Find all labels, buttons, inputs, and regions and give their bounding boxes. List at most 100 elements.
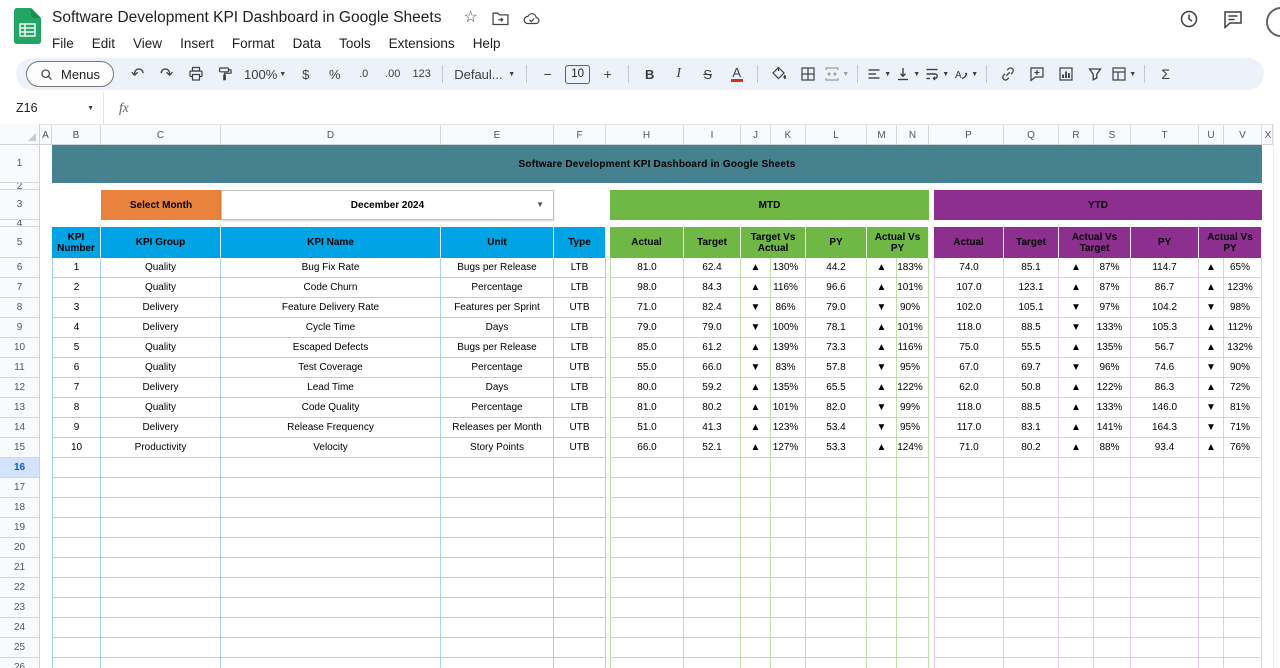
- row-header-19[interactable]: 19: [0, 518, 39, 538]
- cell-P17[interactable]: [934, 478, 1004, 498]
- cell-I7[interactable]: 84.3: [684, 278, 741, 298]
- menu-data[interactable]: Data: [284, 35, 331, 52]
- ytd-header-1[interactable]: Target: [1004, 227, 1059, 258]
- column-header-M[interactable]: M: [867, 125, 897, 145]
- cell-Q16[interactable]: [1004, 458, 1059, 478]
- strikethrough-button[interactable]: S: [694, 61, 721, 87]
- cell-V18[interactable]: [1224, 498, 1262, 518]
- cell-U25[interactable]: [1199, 638, 1224, 658]
- cell-T7[interactable]: 86.7: [1131, 278, 1199, 298]
- cell-U6[interactable]: ▲: [1199, 258, 1224, 278]
- cell-M18[interactable]: [867, 498, 897, 518]
- menu-help[interactable]: Help: [464, 35, 510, 52]
- cell-N25[interactable]: [897, 638, 929, 658]
- cell-D12[interactable]: Lead Time: [221, 378, 441, 398]
- cell-H16[interactable]: [610, 458, 684, 478]
- cell-V22[interactable]: [1224, 578, 1262, 598]
- column-header-S[interactable]: S: [1094, 125, 1131, 145]
- cell-B9[interactable]: 4: [52, 318, 101, 338]
- cell-N14[interactable]: 95%: [897, 418, 929, 438]
- cell-L14[interactable]: 53.4: [806, 418, 867, 438]
- row-header-11[interactable]: 11: [0, 358, 39, 378]
- cell-M11[interactable]: ▼: [867, 358, 897, 378]
- cell-L11[interactable]: 57.8: [806, 358, 867, 378]
- cell-F21[interactable]: [554, 558, 606, 578]
- table-views-button[interactable]: ▼: [1110, 61, 1137, 87]
- cell-K22[interactable]: [771, 578, 806, 598]
- cell-H13[interactable]: 81.0: [610, 398, 684, 418]
- cell-F23[interactable]: [554, 598, 606, 618]
- cell-E11[interactable]: Percentage: [441, 358, 554, 378]
- menu-view[interactable]: View: [124, 35, 171, 52]
- cell-J13[interactable]: ▲: [741, 398, 771, 418]
- row-header-15[interactable]: 15: [0, 438, 39, 458]
- cell-F7[interactable]: LTB: [554, 278, 606, 298]
- cell-U15[interactable]: ▲: [1199, 438, 1224, 458]
- cell-Q6[interactable]: 85.1: [1004, 258, 1059, 278]
- row-header-3[interactable]: 3: [0, 190, 39, 220]
- cell-T23[interactable]: [1131, 598, 1199, 618]
- cell-M26[interactable]: [867, 658, 897, 668]
- cell-I13[interactable]: 80.2: [684, 398, 741, 418]
- row-header-14[interactable]: 14: [0, 418, 39, 438]
- column-header-T[interactable]: T: [1131, 125, 1199, 145]
- menu-file[interactable]: File: [43, 35, 83, 52]
- cell-H25[interactable]: [610, 638, 684, 658]
- cell-N11[interactable]: 95%: [897, 358, 929, 378]
- cell-K9[interactable]: 100%: [771, 318, 806, 338]
- cell-N22[interactable]: [897, 578, 929, 598]
- cell-B6[interactable]: 1: [52, 258, 101, 278]
- cell-U16[interactable]: [1199, 458, 1224, 478]
- cell-H9[interactable]: 79.0: [610, 318, 684, 338]
- cell-T18[interactable]: [1131, 498, 1199, 518]
- cell-U17[interactable]: [1199, 478, 1224, 498]
- row-header-10[interactable]: 10: [0, 338, 39, 358]
- cell-T9[interactable]: 105.3: [1131, 318, 1199, 338]
- horizontal-align-button[interactable]: ▼: [865, 61, 892, 87]
- cell-U19[interactable]: [1199, 518, 1224, 538]
- cell-H11[interactable]: 55.0: [610, 358, 684, 378]
- cell-D20[interactable]: [221, 538, 441, 558]
- cell-N13[interactable]: 99%: [897, 398, 929, 418]
- cell-J10[interactable]: ▲: [741, 338, 771, 358]
- cell-N18[interactable]: [897, 498, 929, 518]
- mtd-header-3[interactable]: PY: [806, 227, 867, 258]
- cell-H18[interactable]: [610, 498, 684, 518]
- cell-D23[interactable]: [221, 598, 441, 618]
- cell-P21[interactable]: [934, 558, 1004, 578]
- cell-R19[interactable]: [1059, 518, 1094, 538]
- cell-E26[interactable]: [441, 658, 554, 668]
- cell-R6[interactable]: ▲: [1059, 258, 1094, 278]
- cell-T14[interactable]: 164.3: [1131, 418, 1199, 438]
- cell-B23[interactable]: [52, 598, 101, 618]
- cell-F25[interactable]: [554, 638, 606, 658]
- column-header-X[interactable]: X: [1264, 125, 1273, 145]
- cell-J25[interactable]: [741, 638, 771, 658]
- cell-R14[interactable]: ▲: [1059, 418, 1094, 438]
- account-avatar[interactable]: [1266, 7, 1280, 37]
- cell-I26[interactable]: [684, 658, 741, 668]
- cell-R24[interactable]: [1059, 618, 1094, 638]
- cell-D17[interactable]: [221, 478, 441, 498]
- cell-V11[interactable]: 90%: [1224, 358, 1262, 378]
- text-color-button[interactable]: A: [723, 61, 750, 87]
- cell-S20[interactable]: [1094, 538, 1131, 558]
- cell-Q26[interactable]: [1004, 658, 1059, 668]
- cell-S26[interactable]: [1094, 658, 1131, 668]
- cell-N19[interactable]: [897, 518, 929, 538]
- cell-S14[interactable]: 141%: [1094, 418, 1131, 438]
- cell-F13[interactable]: LTB: [554, 398, 606, 418]
- cell-B19[interactable]: [52, 518, 101, 538]
- cell-K17[interactable]: [771, 478, 806, 498]
- cell-N26[interactable]: [897, 658, 929, 668]
- cell-K16[interactable]: [771, 458, 806, 478]
- redo-button[interactable]: ↷: [153, 61, 180, 87]
- cell-V12[interactable]: 72%: [1224, 378, 1262, 398]
- ytd-header-4[interactable]: Actual Vs PY: [1199, 227, 1262, 258]
- cell-I11[interactable]: 66.0: [684, 358, 741, 378]
- left-header-4[interactable]: Type: [554, 227, 606, 258]
- left-header-2[interactable]: KPI Name: [221, 227, 441, 258]
- cell-E19[interactable]: [441, 518, 554, 538]
- column-header-J[interactable]: J: [741, 125, 771, 145]
- cell-T25[interactable]: [1131, 638, 1199, 658]
